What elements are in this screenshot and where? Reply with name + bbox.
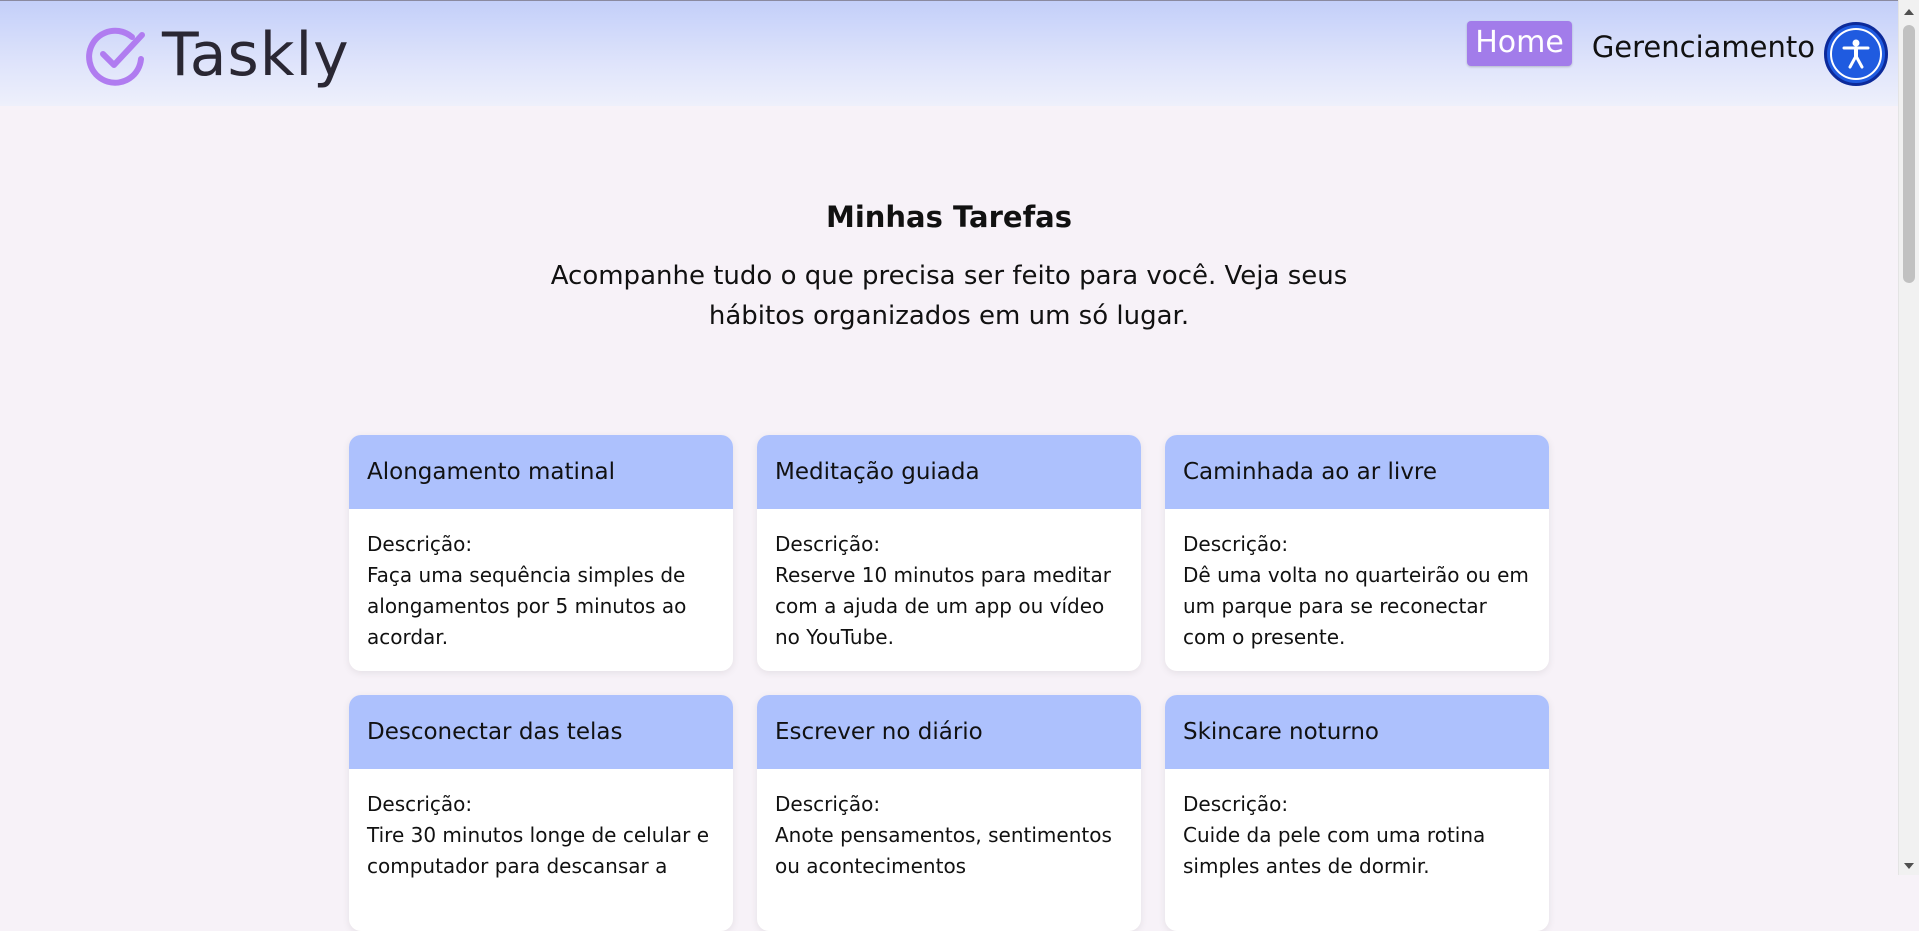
nav-home-link[interactable]: Home <box>1467 21 1572 66</box>
task-title: Escrever no diário <box>775 719 983 745</box>
page-subtitle: Acompanhe tudo o que precisa ser feito p… <box>550 261 1348 331</box>
task-description: Dê uma volta no quarteirão ou em um parq… <box>1183 563 1529 649</box>
task-card-body: Descrição: Cuide da pele com uma rotina … <box>1165 769 1549 882</box>
task-card-body: Descrição: Tire 30 minutos longe de celu… <box>349 769 733 882</box>
scroll-up-icon[interactable] <box>1904 9 1914 15</box>
description-label: Descrição: <box>367 532 473 556</box>
task-card[interactable]: Skincare noturno Descrição: Cuide da pel… <box>1165 695 1549 931</box>
task-card-header: Meditação guiada <box>757 435 1141 509</box>
task-card-header: Desconectar das telas <box>349 695 733 769</box>
task-card[interactable]: Escrever no diário Descrição: Anote pens… <box>757 695 1141 931</box>
brand[interactable]: Taskly <box>84 23 350 87</box>
description-label: Descrição: <box>1183 532 1289 556</box>
task-card[interactable]: Meditação guiada Descrição: Reserve 10 m… <box>757 435 1141 671</box>
page-title: Minhas Tarefas <box>825 200 1073 234</box>
task-title: Desconectar das telas <box>367 719 623 745</box>
nav-management-link[interactable]: Gerenciamento <box>1592 30 1815 64</box>
task-card-body: Descrição: Reserve 10 minutos para medit… <box>757 509 1141 653</box>
task-description: Anote pensamentos, sentimentos ou aconte… <box>775 823 1112 878</box>
description-label: Descrição: <box>775 792 881 816</box>
task-card-body: Descrição: Dê uma volta no quarteirão ou… <box>1165 509 1549 653</box>
scroll-thumb[interactable] <box>1903 25 1915 283</box>
page-scrollbar[interactable] <box>1898 0 1919 875</box>
check-circle-icon <box>86 27 145 86</box>
description-label: Descrição: <box>1183 792 1289 816</box>
task-title: Meditação guiada <box>775 459 980 485</box>
task-title: Alongamento matinal <box>367 459 615 485</box>
accessibility-icon <box>1830 28 1882 80</box>
scroll-down-icon[interactable] <box>1904 863 1914 869</box>
task-grid: Alongamento matinal Descrição: Faça uma … <box>349 435 1549 931</box>
main-nav: Home Gerenciamento <box>1467 21 1815 66</box>
task-description: Faça uma sequência simples de alongament… <box>367 563 687 649</box>
task-card-body: Descrição: Faça uma sequência simples de… <box>349 509 733 653</box>
task-card[interactable]: Desconectar das telas Descrição: Tire 30… <box>349 695 733 931</box>
task-title: Skincare noturno <box>1183 719 1379 745</box>
top-navbar: Taskly Home Gerenciamento <box>0 0 1898 106</box>
task-card-header: Alongamento matinal <box>349 435 733 509</box>
accessibility-button[interactable] <box>1824 22 1888 86</box>
task-description: Tire 30 minutos longe de celular e compu… <box>367 823 710 878</box>
task-title: Caminhada ao ar livre <box>1183 459 1438 485</box>
task-card[interactable]: Alongamento matinal Descrição: Faça uma … <box>349 435 733 671</box>
brand-name: Taskly <box>162 20 350 90</box>
description-label: Descrição: <box>367 792 473 816</box>
description-label: Descrição: <box>775 532 881 556</box>
task-card-header: Caminhada ao ar livre <box>1165 435 1549 509</box>
task-card[interactable]: Caminhada ao ar livre Descrição: Dê uma … <box>1165 435 1549 671</box>
task-card-header: Skincare noturno <box>1165 695 1549 769</box>
task-card-body: Descrição: Anote pensamentos, sentimento… <box>757 769 1141 882</box>
task-card-header: Escrever no diário <box>757 695 1141 769</box>
task-description: Cuide da pele com uma rotina simples ant… <box>1183 823 1486 878</box>
task-description: Reserve 10 minutos para meditar com a aj… <box>775 563 1111 649</box>
hero-section: Minhas Tarefas Acompanhe tudo o que prec… <box>0 200 1898 336</box>
